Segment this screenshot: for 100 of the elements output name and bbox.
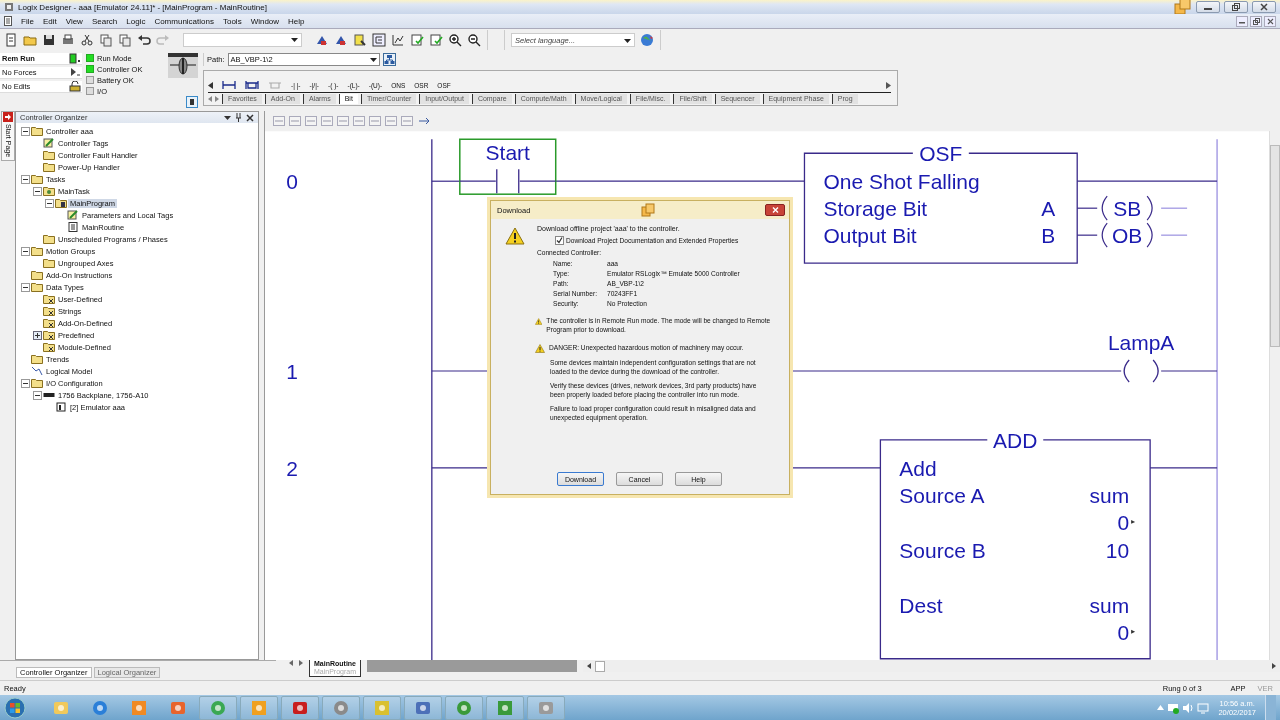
lock-icon[interactable] bbox=[69, 81, 81, 92]
paste-icon[interactable] bbox=[118, 33, 132, 47]
dropdown-icon[interactable] bbox=[224, 115, 231, 120]
menu-item[interactable]: File bbox=[17, 16, 38, 26]
tag-icon bbox=[43, 138, 55, 148]
contact-symbol[interactable] bbox=[496, 168, 520, 194]
close-icon bbox=[1260, 3, 1268, 11]
checkbox[interactable] bbox=[555, 236, 564, 245]
close-button[interactable] bbox=[1252, 1, 1276, 13]
zoom-out-icon[interactable] bbox=[467, 33, 481, 47]
menu-item[interactable]: Search bbox=[87, 16, 122, 26]
rung-line bbox=[1160, 234, 1188, 236]
copy-icon[interactable] bbox=[99, 33, 113, 47]
operand-label: Source B bbox=[899, 538, 986, 562]
print-icon[interactable] bbox=[61, 33, 75, 47]
output-pin: OB bbox=[1101, 222, 1153, 248]
properties-icon[interactable] bbox=[410, 33, 424, 47]
scroll-right-icon[interactable] bbox=[1272, 663, 1276, 669]
arrow-icon bbox=[3, 112, 13, 122]
operand-value: 10 bbox=[1105, 538, 1130, 562]
coil-symbol[interactable] bbox=[1123, 359, 1159, 383]
properties-icon[interactable] bbox=[429, 33, 443, 47]
model-icon bbox=[31, 366, 43, 376]
operand-label: One Shot Falling bbox=[823, 170, 980, 194]
collapse-toggle[interactable] bbox=[32, 390, 42, 400]
open-folder-icon[interactable] bbox=[23, 33, 37, 47]
save-icon[interactable] bbox=[42, 33, 56, 47]
operand-value: B bbox=[1041, 224, 1056, 248]
collapse-toggle[interactable] bbox=[20, 378, 30, 388]
warning-icon bbox=[535, 317, 543, 326]
restore-button[interactable] bbox=[1224, 1, 1248, 13]
menu-item[interactable]: Window bbox=[246, 16, 284, 26]
caret-icon bbox=[291, 38, 298, 42]
close-icon bbox=[1266, 17, 1274, 25]
new-file-icon[interactable] bbox=[4, 33, 18, 47]
zoom-in-icon[interactable] bbox=[448, 33, 462, 47]
collapse-toggle[interactable] bbox=[32, 186, 42, 196]
collapse-toggle[interactable] bbox=[20, 126, 30, 136]
operand-label: Dest bbox=[899, 593, 943, 617]
minimize-button[interactable] bbox=[1196, 1, 1220, 13]
step-icon[interactable] bbox=[417, 116, 431, 126]
rung-number: 0 bbox=[286, 170, 298, 194]
windows-stack-icon[interactable] bbox=[1174, 0, 1192, 16]
chart-icon[interactable] bbox=[391, 33, 405, 47]
rung-line bbox=[1160, 207, 1188, 209]
panel-icon[interactable] bbox=[186, 96, 198, 108]
close-icon[interactable] bbox=[246, 113, 254, 122]
menu-item[interactable]: Logic bbox=[122, 16, 150, 26]
value-marker-icon bbox=[1131, 519, 1136, 524]
menu-item[interactable]: Edit bbox=[38, 16, 61, 26]
mode-icon[interactable] bbox=[69, 53, 81, 64]
scroll-right-icon[interactable] bbox=[299, 660, 303, 666]
tag-name: LampA bbox=[1107, 331, 1175, 355]
pin-icon[interactable] bbox=[235, 113, 242, 122]
start-button[interactable] bbox=[4, 696, 26, 719]
close-button[interactable] bbox=[765, 204, 785, 216]
warning-icon bbox=[505, 227, 525, 245]
rung-line bbox=[1149, 467, 1218, 469]
dropdown-field[interactable] bbox=[183, 33, 302, 47]
warning-icon bbox=[535, 344, 545, 353]
operand-label: Output Bit bbox=[823, 224, 917, 248]
scroll-left-icon[interactable] bbox=[289, 660, 293, 666]
module-icon bbox=[55, 402, 67, 412]
collapse-toggle[interactable] bbox=[20, 282, 30, 292]
forces-icon[interactable] bbox=[69, 67, 81, 78]
restore-icon bbox=[1232, 3, 1240, 11]
scroll-thumb[interactable] bbox=[595, 660, 605, 672]
menu-item[interactable]: Communications bbox=[150, 16, 218, 26]
tree-icon[interactable] bbox=[372, 33, 386, 47]
branch-icon[interactable] bbox=[245, 80, 259, 90]
rung-line bbox=[1076, 207, 1098, 209]
scroll-right-icon[interactable] bbox=[886, 81, 891, 89]
menu-item[interactable]: Help bbox=[284, 16, 309, 26]
menu-item[interactable]: Tools bbox=[218, 16, 246, 26]
restore-icon bbox=[1252, 17, 1260, 25]
menu-item[interactable]: View bbox=[61, 16, 87, 26]
caret-icon bbox=[369, 57, 377, 62]
collapse-toggle[interactable] bbox=[20, 246, 30, 256]
operand-value: 0 bbox=[1117, 620, 1130, 644]
expand-toggle[interactable] bbox=[32, 330, 42, 340]
collapse-toggle[interactable] bbox=[44, 198, 54, 208]
selection-frame[interactable] bbox=[459, 138, 557, 195]
minimize-button[interactable] bbox=[1236, 15, 1248, 27]
scroll-left-icon[interactable] bbox=[587, 663, 591, 669]
cut-icon[interactable] bbox=[80, 33, 94, 47]
restore-button[interactable] bbox=[1250, 15, 1262, 27]
instruction-name: ADD bbox=[993, 428, 1038, 452]
check-icon bbox=[556, 237, 563, 244]
rung-icon[interactable] bbox=[222, 80, 236, 90]
browse-icon[interactable] bbox=[353, 33, 367, 47]
undo-icon[interactable] bbox=[137, 33, 151, 47]
key-switch-icon bbox=[168, 53, 198, 78]
close-button[interactable] bbox=[1264, 15, 1276, 27]
rung-number: 2 bbox=[286, 456, 298, 480]
routine-icon bbox=[67, 222, 79, 232]
collapse-toggle[interactable] bbox=[20, 174, 30, 184]
windows-stack-icon bbox=[640, 203, 655, 217]
tag-icon bbox=[67, 210, 79, 220]
document-icon[interactable] bbox=[4, 16, 12, 26]
rung-line bbox=[1076, 234, 1098, 236]
